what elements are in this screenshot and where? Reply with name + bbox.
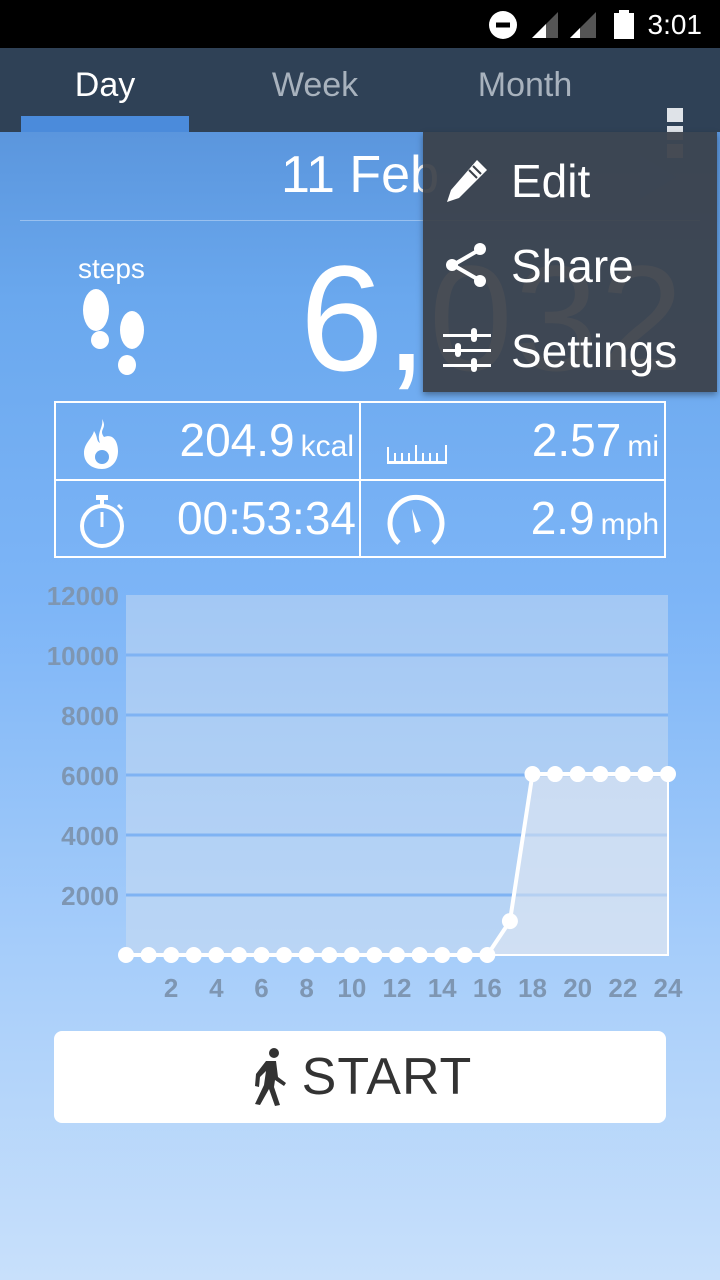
y-tick-label: 8000 xyxy=(61,701,119,731)
steps-label: steps xyxy=(78,253,145,284)
distance-stat: 2.57 mi xyxy=(361,403,665,480)
x-tick-label: 22 xyxy=(608,973,637,1000)
distance-unit: mi xyxy=(627,430,659,463)
battery-icon xyxy=(614,10,634,39)
tab-indicator xyxy=(21,116,189,132)
data-point xyxy=(637,766,654,783)
x-tick-label: 4 xyxy=(209,973,224,1000)
data-point xyxy=(298,947,315,963)
data-point xyxy=(411,947,428,963)
duration-stat: 00:53:34 xyxy=(56,481,360,558)
x-tick-label: 18 xyxy=(518,973,547,1000)
x-tick-label: 2 xyxy=(164,973,178,1000)
x-tick-label: 6 xyxy=(254,973,268,1000)
speed-value: 2.9 xyxy=(530,492,595,544)
menu-item-label: Share xyxy=(511,240,634,292)
status-bar: 3:01 xyxy=(0,0,720,48)
data-point xyxy=(140,947,157,963)
stopwatch-icon xyxy=(80,495,124,548)
tab-month[interactable]: Month xyxy=(420,48,630,132)
overflow-menu: Edit Share Settings xyxy=(423,132,717,392)
calories-unit: kcal xyxy=(300,430,354,463)
walking-person-icon xyxy=(254,1048,286,1106)
data-point xyxy=(501,913,518,930)
data-point xyxy=(321,947,338,963)
start-button-label: START xyxy=(301,1048,473,1106)
x-tick-label: 14 xyxy=(428,973,457,1000)
speed-stat: 2.9 mph xyxy=(361,481,665,558)
signal-icon xyxy=(532,12,558,38)
menu-item-share[interactable]: Share xyxy=(423,221,717,307)
data-point xyxy=(118,947,134,963)
x-tick-label: 12 xyxy=(383,973,412,1000)
ruler-icon xyxy=(387,445,447,464)
data-point xyxy=(253,947,270,963)
clock: 3:01 xyxy=(647,9,703,40)
data-point xyxy=(366,947,383,963)
data-point xyxy=(614,766,631,783)
footprints-icon xyxy=(83,289,144,375)
y-tick-label: 10000 xyxy=(47,641,119,671)
do-not-disturb-icon xyxy=(489,11,517,39)
menu-item-settings[interactable]: Settings xyxy=(423,306,717,392)
pencil-icon xyxy=(447,160,487,202)
data-point xyxy=(389,947,405,963)
menu-item-label: Edit xyxy=(511,155,591,207)
data-point xyxy=(185,947,202,963)
stats-grid: 204.9 kcal 2.57 mi 00:53:34 2.9 mph xyxy=(54,401,666,558)
tab-week[interactable]: Week xyxy=(210,48,420,132)
menu-item-edit[interactable]: Edit xyxy=(423,136,717,222)
x-tick-label: 8 xyxy=(299,973,313,1000)
duration-value: 00:53:34 xyxy=(176,492,356,544)
x-tick-label: 10 xyxy=(337,973,366,1000)
calories-stat: 204.9 kcal xyxy=(56,403,360,480)
data-point xyxy=(343,947,360,963)
y-tick-label: 12000 xyxy=(47,581,119,611)
sliders-icon xyxy=(443,328,491,372)
menu-item-label: Settings xyxy=(511,325,678,377)
data-point xyxy=(569,766,586,783)
signal-icon xyxy=(570,12,596,38)
start-button[interactable]: START xyxy=(54,1031,666,1123)
data-point xyxy=(456,947,473,963)
distance-value: 2.57 xyxy=(531,414,622,466)
data-point xyxy=(230,947,247,963)
y-tick-label: 6000 xyxy=(61,761,119,791)
data-point xyxy=(592,766,609,783)
data-point xyxy=(276,947,293,963)
data-point xyxy=(660,766,676,783)
data-point xyxy=(547,766,564,783)
steps-chart: 200040006000800010000120002 4 6 8 10 12 14 16 18… xyxy=(47,581,683,1000)
speed-unit: mph xyxy=(600,508,659,541)
y-tick-label: 2000 xyxy=(61,881,119,911)
x-tick-label: 24 xyxy=(654,973,683,1000)
x-tick-label: 20 xyxy=(563,973,592,1000)
data-point xyxy=(208,947,225,963)
x-tick-label: 16 xyxy=(473,973,502,1000)
data-point xyxy=(479,947,496,963)
y-tick-label: 4000 xyxy=(61,821,119,851)
data-point xyxy=(524,766,541,783)
share-icon xyxy=(446,243,486,287)
data-point xyxy=(434,947,451,963)
calories-value: 204.9 xyxy=(179,414,295,466)
speedometer-icon xyxy=(387,494,445,545)
data-point xyxy=(163,947,180,963)
flame-icon xyxy=(84,419,118,469)
